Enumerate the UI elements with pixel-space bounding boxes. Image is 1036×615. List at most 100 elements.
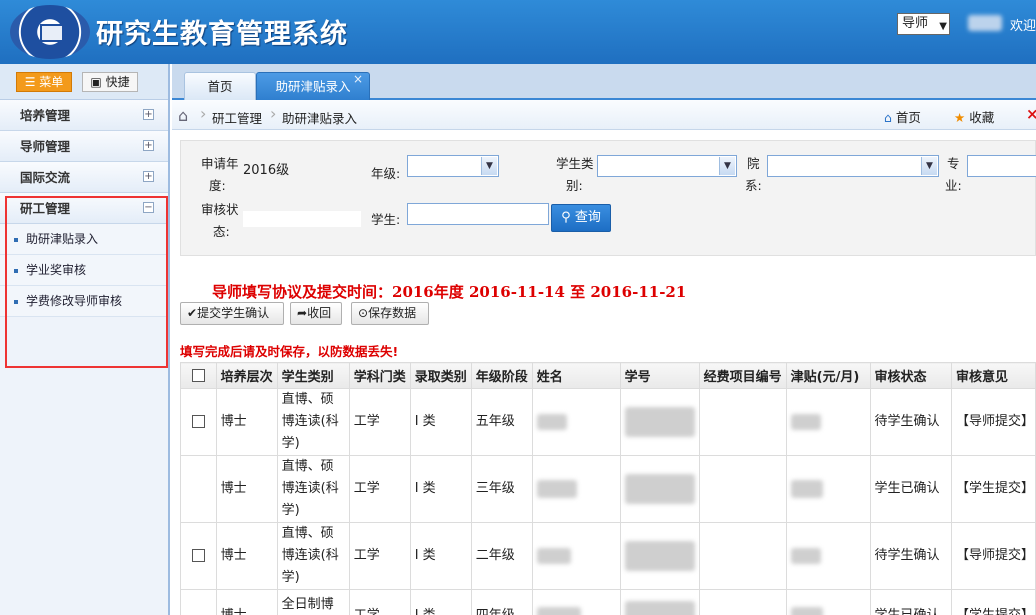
university-logo [10,5,90,59]
tab-home[interactable]: 首页 [184,72,256,100]
row-checkbox-cell[interactable] [180,388,217,456]
redacted-block [790,479,823,498]
column-header[interactable]: 学号 [619,362,700,389]
row-checkbox-cell[interactable] [180,522,217,590]
expand-icon[interactable]: + [143,140,154,151]
status-select[interactable] [243,211,361,227]
row-checkbox-cell [180,589,217,615]
sidebar-item-scholarship-review[interactable]: 学业奖审核 [0,255,168,286]
system-title: 研究生教育管理系统 [96,19,348,50]
sidebar-group-training[interactable]: 培养管理 + [0,100,168,131]
cell-level: 博士 [215,522,278,590]
cell-stage: 二年级 [470,522,533,590]
student-type-label: 学生类 [556,156,594,171]
role-select[interactable]: 导师 ▼ [897,13,950,35]
submit-confirm-button[interactable]: ✔提交学生确认 [180,302,284,325]
year-value[interactable]: 2016级 [243,159,289,178]
checkbox[interactable] [191,415,205,428]
close-icon[interactable]: × [353,65,363,93]
table-row[interactable]: 博士 直博、硕博连读(科学) 工学 I 类 五年级 待学生确认 【导师提交】 [180,388,1036,456]
cell-type: 直博、硕博连读(科学) [276,388,350,456]
year-label: 申请年 [201,156,239,171]
column-header[interactable]: 姓名 [531,362,621,389]
redacted-block [790,606,823,615]
cell-opinion: 【导师提交】 [950,522,1036,590]
home-link[interactable]: ⌂ 首页 [884,107,921,126]
quick-button-label: 快捷 [105,75,130,89]
major-input[interactable] [967,155,1036,177]
grade-select[interactable]: ▼ [407,155,499,177]
left-sidebar: ☰ 菜单 ▣ 快捷 培养管理 + 导师管理 + 国际交流 + 研工管理 − 助研津贴录入… [0,64,170,615]
sidebar-item-allowance-entry[interactable]: 助研津贴录入 [0,224,168,255]
revoke-label: 收回 [307,306,332,320]
cell-name-redacted [531,455,621,523]
chevron-right-icon: › [200,104,207,123]
sidebar-switcher: ☰ 菜单 ▣ 快捷 [0,64,168,100]
redacted-block [790,413,821,430]
sidebar-group-label: 研工管理 [20,201,71,216]
sidebar-item-label: 学业奖审核 [26,263,87,277]
sidebar-item-tuition-review[interactable]: 学费修改导师审核 [0,286,168,317]
status-label: 审核状 [201,202,239,217]
select-all-checkbox[interactable] [180,362,217,389]
sidebar-group-research-work[interactable]: 研工管理 − [0,193,168,224]
column-header[interactable]: 津贴(元/月) [785,362,871,389]
department-select[interactable]: ▼ [767,155,939,177]
cell-allowance-redacted[interactable] [785,388,871,456]
briefcase-icon: ▣ [90,75,102,89]
cell-stage: 四年级 [470,589,533,615]
student-label: 学生: [371,212,401,227]
sidebar-item-label: 助研津贴录入 [26,232,99,246]
column-header[interactable]: 年级阶段 [470,362,533,389]
cell-fund-code [698,589,787,615]
cell-discipline: 工学 [348,522,411,590]
checkbox[interactable] [191,369,205,382]
cell-fund-code [698,522,787,590]
student-type-select[interactable]: ▼ [597,155,737,177]
user-name-redacted [968,15,1002,31]
major-label-2: 业: [945,178,962,193]
table-row[interactable]: 博士 直博、硕博连读(科学) 工学 I 类 二年级 待学生确认 【导师提交】 [180,522,1036,590]
student-input[interactable] [407,203,549,225]
home-icon[interactable]: ⌂ [178,106,188,125]
status-label-2: 态: [213,224,230,239]
checkbox[interactable] [191,549,205,562]
sidebar-group-international[interactable]: 国际交流 + [0,162,168,193]
table-row[interactable]: 博士 直博、硕博连读(科学) 工学 I 类 三年级 学生已确认 【学生提交】 [180,455,1036,523]
menu-button[interactable]: ☰ 菜单 [16,72,72,92]
column-header[interactable]: 审核状态 [869,362,952,389]
revoke-button[interactable]: ➦收回 [290,302,342,325]
search-button[interactable]: ⚲ 查询 [551,204,611,232]
filter-panel: 申请年 度: 2016级 年级: ▼ 学生类 别: ▼ 院 系: ▼ 专 业: … [180,140,1036,256]
column-header[interactable]: 培养层次 [215,362,278,389]
column-header[interactable]: 审核意见 [950,362,1036,389]
menu-button-label: 菜单 [39,75,64,89]
cell-student-id-redacted [619,589,700,615]
expand-icon[interactable]: + [143,171,154,182]
cell-student-id-redacted [619,455,700,523]
column-header[interactable]: 经费项目编号 [698,362,787,389]
table-header-row: 培养层次 学生类别 学科门类 录取类别 年级阶段 姓名 学号 经费项目编号 津贴… [180,362,1036,389]
favorite-link[interactable]: ★ 收藏 [954,107,994,126]
collapse-icon[interactable]: − [143,202,154,213]
cell-allowance-redacted [785,455,871,523]
submit-confirm-label: 提交学生确认 [197,306,270,320]
sidebar-group-supervisor[interactable]: 导师管理 + [0,131,168,162]
tab-allowance-entry[interactable]: 助研津贴录入 × [256,72,370,100]
expand-icon[interactable]: + [143,109,154,120]
chevron-down-icon: ▼ [939,21,947,32]
cell-level: 博士 [215,589,278,615]
cell-fund-code [698,388,787,456]
quick-button[interactable]: ▣ 快捷 [82,72,138,92]
column-header[interactable]: 学生类别 [276,362,350,389]
table-row[interactable]: 博士 全日制博士(科学) 工学 I 类 四年级 学生已确认 【学生提交】 [180,589,1036,615]
cell-opinion: 【学生提交】 [950,589,1036,615]
column-header[interactable]: 录取类别 [409,362,472,389]
cell-allowance-redacted[interactable] [785,522,871,590]
redacted-block [624,601,695,615]
cell-name-redacted [531,388,621,456]
save-button[interactable]: ⊙保存数据 [351,302,429,325]
close-icon[interactable]: × [1026,105,1036,123]
breadcrumb-level1: 研工管理 [212,111,263,126]
column-header[interactable]: 学科门类 [348,362,411,389]
